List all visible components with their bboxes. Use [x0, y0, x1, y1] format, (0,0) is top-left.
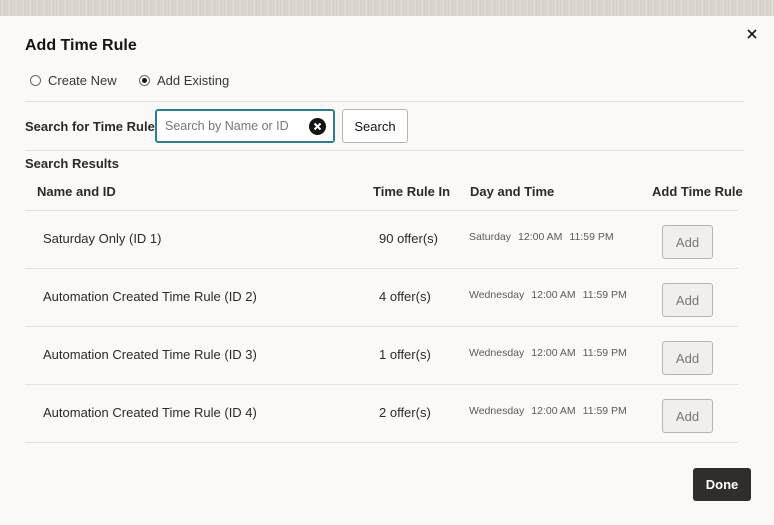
search-button[interactable]: Search [342, 109, 408, 143]
add-button[interactable]: Add [662, 225, 713, 259]
column-header-name: Name and ID [37, 184, 116, 199]
search-input[interactable] [165, 118, 305, 134]
radio-add-existing[interactable]: Add Existing [139, 72, 229, 88]
search-label: Search for Time Rule [25, 119, 155, 134]
offer-count: 4 offer(s) [379, 289, 431, 304]
search-results-heading: Search Results [25, 156, 119, 171]
table-row: Automation Created Time Rule (ID 3) 1 of… [25, 327, 738, 385]
add-button[interactable]: Add [662, 399, 713, 433]
column-header-time-rule-in: Time Rule In [373, 184, 451, 199]
offer-count: 2 offer(s) [379, 405, 431, 420]
radio-add-existing-label: Add Existing [157, 72, 230, 88]
rule-name: Automation Created Time Rule (ID 2) [43, 289, 257, 304]
offer-count: 1 offer(s) [379, 347, 431, 362]
offer-count: 90 offer(s) [379, 231, 439, 246]
table-row: Automation Created Time Rule (ID 2) 4 of… [25, 269, 738, 327]
dialog-title: Add Time Rule [25, 37, 137, 54]
search-input-container[interactable] [155, 109, 335, 143]
column-header-day-time: Day and Time [470, 184, 555, 199]
column-header-add: Add Time Rule [652, 184, 743, 199]
radio-create-new[interactable]: Create New [30, 72, 117, 88]
add-button[interactable]: Add [662, 341, 713, 375]
add-time-rule-dialog: Add Time Rule Create New Add Existing Se… [0, 16, 774, 525]
day-time: Wednesday 12:00 AM 11:59 PM [469, 347, 627, 359]
divider [25, 101, 744, 102]
table-row: Saturday Only (ID 1) 90 offer(s) Saturda… [25, 211, 738, 269]
background-overlay-strip [0, 0, 774, 16]
day-time: Wednesday 12:00 AM 11:59 PM [469, 289, 627, 301]
rule-name: Automation Created Time Rule (ID 3) [43, 347, 257, 362]
radio-unchecked-icon [30, 74, 41, 86]
rule-name: Saturday Only (ID 1) [43, 231, 162, 246]
radio-checked-icon [139, 74, 150, 86]
table-row: Automation Created Time Rule (ID 4) 2 of… [25, 385, 738, 443]
done-button[interactable]: Done [693, 468, 751, 501]
day-time: Saturday 12:00 AM 11:59 PM [469, 231, 614, 243]
radio-create-new-label: Create New [48, 72, 117, 88]
rule-name: Automation Created Time Rule (ID 4) [43, 405, 257, 420]
divider [25, 150, 744, 151]
day-time: Wednesday 12:00 AM 11:59 PM [469, 405, 627, 417]
row-divider [25, 442, 738, 443]
close-icon[interactable] [742, 24, 762, 44]
clear-icon[interactable] [309, 118, 326, 135]
add-button[interactable]: Add [662, 283, 713, 317]
